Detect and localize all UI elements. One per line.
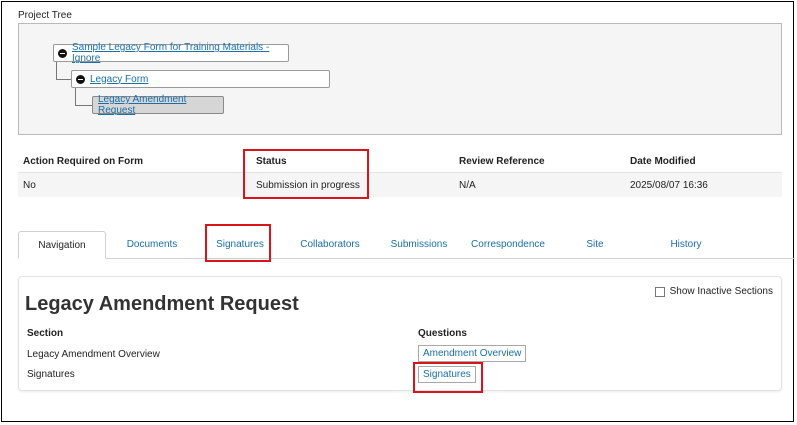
tree-node-root-link[interactable]: Sample Legacy Form for Training Material… [72, 42, 288, 64]
project-tree: Sample Legacy Form for Training Material… [18, 23, 782, 135]
project-tree-label: Project Tree [18, 10, 72, 21]
value-action-required: No [23, 179, 36, 191]
questions-column-header: Questions [418, 328, 467, 339]
show-inactive-label: Show Inactive Sections [669, 286, 773, 297]
section-name: Signatures [27, 369, 75, 380]
show-inactive-checkbox[interactable] [654, 286, 665, 297]
show-inactive-toggle[interactable]: Show Inactive Sections [654, 286, 773, 297]
tab-submissions[interactable]: Submissions [382, 231, 456, 258]
info-value-row: No Submission in progress N/A 2025/08/07… [18, 172, 782, 197]
tree-node-selected-link[interactable]: Legacy Amendment Request [98, 94, 218, 116]
value-review-reference: N/A [459, 179, 476, 191]
tree-node-root[interactable]: Sample Legacy Form for Training Material… [53, 42, 289, 64]
collapse-icon[interactable] [58, 48, 67, 58]
tree-connector [56, 62, 72, 80]
tab-bar: Navigation Documents Signatures Collabor… [18, 231, 795, 259]
collapse-icon[interactable] [76, 74, 85, 84]
highlight-signatures-question [413, 362, 483, 393]
tree-node-form[interactable]: Legacy Form [71, 70, 330, 88]
highlight-signatures-tab [205, 224, 271, 262]
tab-collaborators[interactable]: Collaborators [290, 231, 370, 258]
page-title: Legacy Amendment Request [25, 293, 299, 315]
tab-documents[interactable]: Documents [114, 231, 190, 258]
value-date-modified: 2025/08/07 16:36 [630, 179, 708, 191]
tree-node-selected[interactable]: Legacy Amendment Request [92, 94, 224, 116]
tree-node-form-link[interactable]: Legacy Form [90, 74, 148, 85]
highlight-status [243, 149, 369, 199]
tab-site[interactable]: Site [570, 231, 620, 258]
section-name: Legacy Amendment Overview [27, 349, 160, 360]
sections-panel: Legacy Amendment Request Show Inactive S… [18, 276, 782, 391]
form-info-table: Action Required on Form Status Review Re… [18, 150, 782, 197]
tree-connector [75, 88, 93, 106]
section-column-header: Section [27, 328, 64, 339]
tab-correspondence[interactable]: Correspondence [468, 231, 548, 258]
question-link-button[interactable]: Amendment Overview [418, 345, 527, 362]
tab-history[interactable]: History [652, 231, 720, 258]
header-date-modified: Date Modified [630, 155, 696, 167]
header-review-reference: Review Reference [459, 155, 545, 167]
info-header-row: Action Required on Form Status Review Re… [18, 150, 782, 172]
tab-navigation[interactable]: Navigation [18, 231, 106, 259]
header-action-required: Action Required on Form [23, 155, 143, 167]
